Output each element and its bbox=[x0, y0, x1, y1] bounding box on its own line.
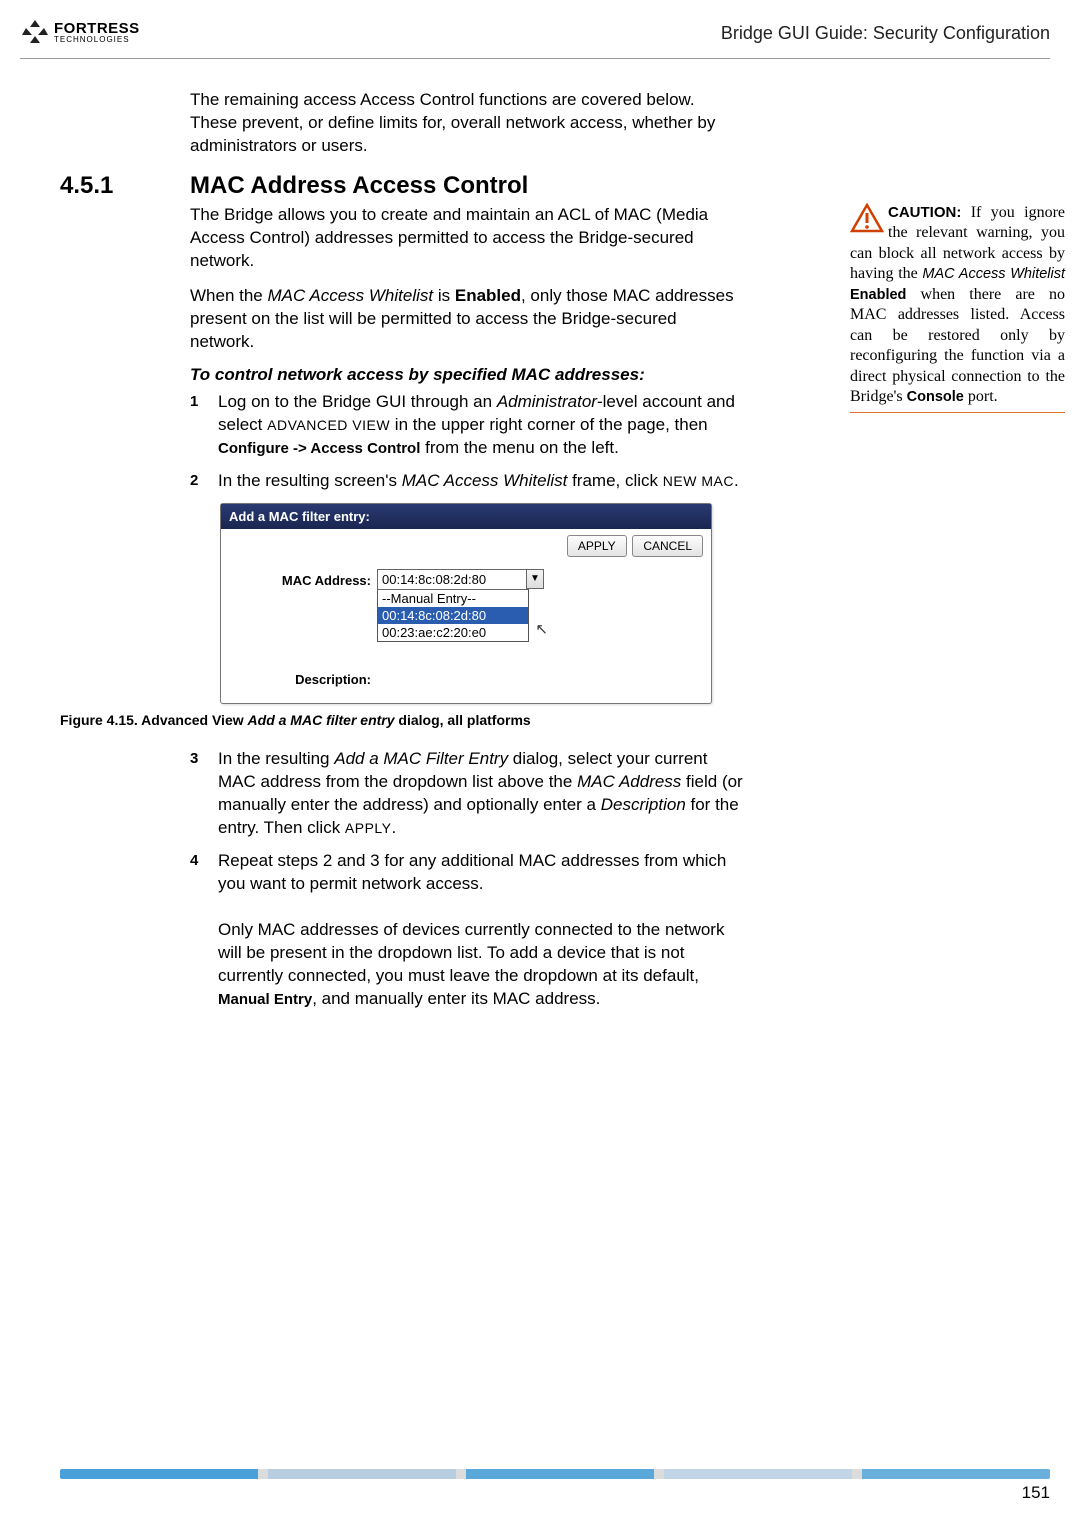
cursor-icon: ↖ bbox=[535, 620, 548, 638]
mac-dropdown-list[interactable]: --Manual Entry-- 00:14:8c:08:2d:80 00:23… bbox=[377, 589, 529, 642]
step-number: 4 bbox=[190, 852, 204, 1011]
logo-text-wrap: FORTRESS TECHNOLOGIES bbox=[54, 22, 140, 45]
caution-note: CAUTION: If you ignore the relevant warn… bbox=[850, 203, 1065, 421]
dialog-button-row: APPLY CANCEL bbox=[221, 529, 711, 561]
mac-address-label: MAC Address: bbox=[231, 569, 377, 588]
step-number: 2 bbox=[190, 472, 204, 493]
dialog-title: Add a MAC filter entry: bbox=[221, 504, 711, 529]
step-3: 3 In the resulting Add a MAC Filter Entr… bbox=[190, 748, 745, 840]
apply-button[interactable]: APPLY bbox=[567, 535, 627, 557]
caution-text-c: port. bbox=[964, 388, 998, 405]
step-number: 1 bbox=[190, 393, 204, 460]
dropdown-option[interactable]: 00:23:ae:c2:20:e0 bbox=[378, 624, 528, 641]
para-2: When the MAC Access Whitelist is Enabled… bbox=[190, 285, 745, 354]
step-2: 2 In the resulting screen's MAC Access W… bbox=[190, 470, 745, 493]
dropdown-option[interactable]: --Manual Entry-- bbox=[378, 590, 528, 607]
para-1: The Bridge allows you to create and main… bbox=[190, 204, 745, 273]
procedure-heading: To control network access by specified M… bbox=[190, 365, 745, 385]
caution-icon bbox=[850, 203, 884, 233]
cancel-button[interactable]: CANCEL bbox=[632, 535, 703, 557]
figure-caption: Figure 4.15. Advanced View Add a MAC fil… bbox=[60, 712, 1050, 728]
section-title: MAC Address Access Control bbox=[190, 172, 528, 200]
step-1: 1 Log on to the Bridge GUI through an Ad… bbox=[190, 391, 745, 460]
page-footer: 151 bbox=[60, 1469, 1050, 1503]
caution-bold2: Console bbox=[907, 389, 964, 405]
caution-rule bbox=[850, 412, 1065, 413]
caution-term1: MAC Access Whitelist bbox=[922, 266, 1065, 282]
section-number: 4.5.1 bbox=[60, 172, 190, 200]
logo: FORTRESS TECHNOLOGIES bbox=[20, 18, 140, 48]
dropdown-option-selected[interactable]: 00:14:8c:08:2d:80 bbox=[378, 607, 528, 624]
caution-bold1: Enabled bbox=[850, 287, 906, 303]
caution-text-b: when there are no MAC ad­dresses listed.… bbox=[850, 286, 1065, 405]
section-heading: 4.5.1 MAC Address Access Control bbox=[60, 172, 1050, 200]
caution-label: CAUTION: bbox=[888, 204, 961, 221]
step-number: 3 bbox=[190, 750, 204, 840]
description-label: Description: bbox=[231, 668, 377, 687]
logo-main: FORTRESS bbox=[54, 22, 140, 36]
header-title: Bridge GUI Guide: Security Configuration bbox=[721, 23, 1050, 44]
logo-icon bbox=[20, 18, 50, 48]
intro-paragraph: The remaining access Access Control func… bbox=[190, 89, 730, 158]
footer-decoration bbox=[60, 1469, 1050, 1479]
page-number: 151 bbox=[60, 1483, 1050, 1503]
figure-dialog: Add a MAC filter entry: APPLY CANCEL MAC… bbox=[220, 503, 745, 704]
mac-address-input[interactable]: 00:14:8c:08:2d:80 bbox=[377, 569, 527, 590]
step-4: 4 Repeat steps 2 and 3 for any additiona… bbox=[190, 850, 745, 1011]
logo-sub: TECHNOLOGIES bbox=[54, 35, 140, 44]
dropdown-toggle[interactable]: ▼ bbox=[527, 569, 544, 589]
dialog-add-mac: Add a MAC filter entry: APPLY CANCEL MAC… bbox=[220, 503, 712, 704]
page-header: FORTRESS TECHNOLOGIES Bridge GUI Guide: … bbox=[20, 0, 1050, 59]
